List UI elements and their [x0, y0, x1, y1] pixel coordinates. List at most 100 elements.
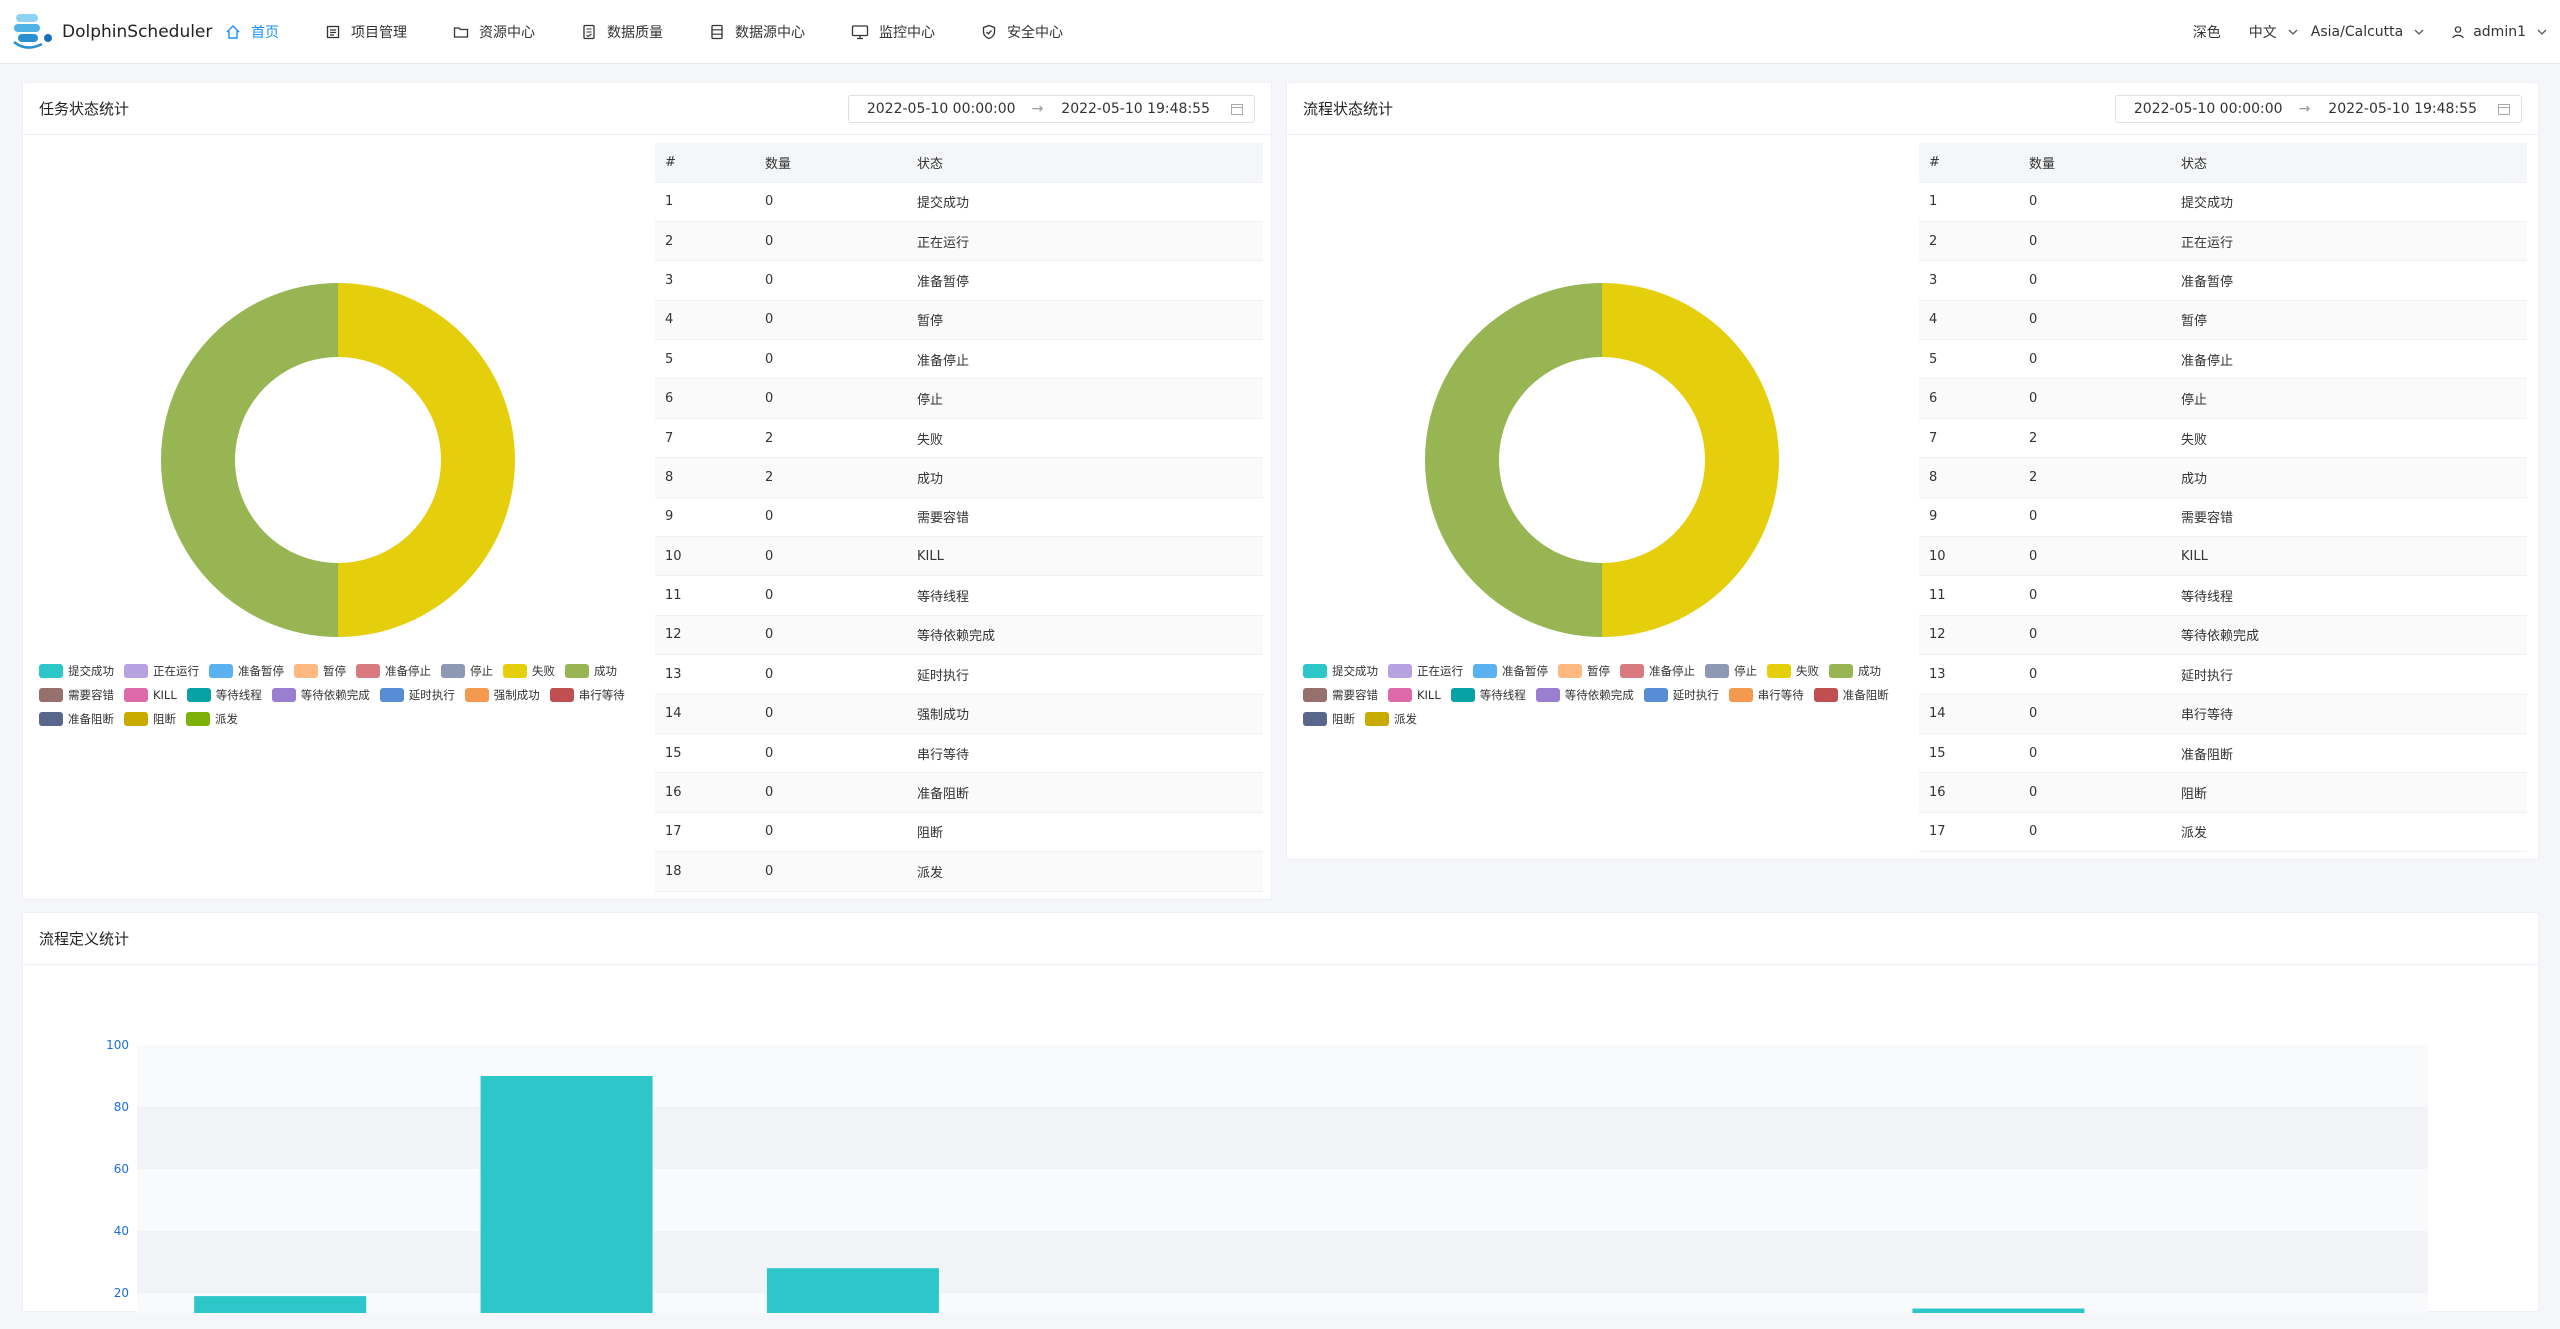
row-index: 13: [655, 654, 765, 695]
row-index: 17: [1919, 812, 2029, 853]
legend-item[interactable]: 强制成功: [464, 687, 540, 703]
legend-item[interactable]: 准备停止: [1620, 663, 1695, 679]
nav-monitor[interactable]: 监控中心: [851, 22, 935, 42]
bar[interactable]: [1912, 1308, 2085, 1314]
task-date-range[interactable]: 2022-05-10 00:00:00 → 2022-05-10 19:48:5…: [847, 95, 1255, 123]
row-status: 成功: [2181, 457, 2527, 498]
table-row: 5 0 准备停止: [1919, 339, 2527, 380]
legend-item[interactable]: 失败: [503, 663, 555, 679]
donut-slice-成功[interactable]: [160, 283, 338, 637]
legend-swatch: [1620, 664, 1644, 678]
legend-swatch: [1767, 664, 1791, 678]
task-status-card: 任务状态统计 2022-05-10 00:00:00 → 2022-05-10 …: [22, 82, 1272, 900]
legend-item[interactable]: 停止: [1705, 663, 1757, 679]
legend-swatch: [356, 664, 380, 678]
legend-item[interactable]: 准备阻断: [39, 711, 114, 727]
nav-projects[interactable]: 项目管理: [325, 22, 407, 42]
legend-label: 停止: [470, 664, 493, 678]
legend-item[interactable]: 提交成功: [1303, 663, 1378, 679]
legend-item[interactable]: 等待依赖完成: [1535, 687, 1634, 703]
donut-slice-失败[interactable]: [1602, 283, 1779, 637]
row-count: 0: [2029, 378, 2181, 419]
table-row: 13 0 延时执行: [655, 654, 1263, 695]
legend-item[interactable]: 阻断: [1303, 711, 1355, 727]
y-tick-label: 40: [114, 1224, 129, 1238]
legend-swatch: [124, 712, 148, 726]
row-index: 6: [655, 378, 765, 419]
legend-label: 等待依赖完成: [300, 688, 370, 702]
legend-item[interactable]: 暂停: [1558, 663, 1610, 679]
user-menu[interactable]: admin1: [2451, 24, 2548, 40]
row-status: 提交成功: [2181, 182, 2527, 222]
task-date-start[interactable]: 2022-05-10 00:00:00: [849, 101, 1032, 117]
legend-item[interactable]: 串行等待: [549, 687, 625, 703]
process-date-start[interactable]: 2022-05-10 00:00:00: [2116, 101, 2299, 117]
process-date-end[interactable]: 2022-05-10 19:48:55: [2310, 101, 2493, 117]
nav-resources[interactable]: 资源中心: [453, 22, 535, 42]
legend-item[interactable]: 暂停: [294, 663, 346, 679]
legend-item[interactable]: 准备停止: [356, 663, 431, 679]
legend-item[interactable]: 派发: [1365, 711, 1417, 727]
timezone-select[interactable]: Asia/Calcutta: [2311, 24, 2425, 40]
donut-slice-失败[interactable]: [338, 283, 515, 637]
legend-item[interactable]: KILL: [124, 687, 177, 703]
legend-item[interactable]: 准备暂停: [209, 663, 284, 679]
row-status: 暂停: [917, 300, 1263, 341]
row-status: 强制成功: [917, 694, 1263, 734]
row-count: 2: [2029, 457, 2181, 498]
legend-item[interactable]: 停止: [441, 663, 493, 679]
legend-item[interactable]: 延时执行: [1643, 687, 1719, 703]
legend-item[interactable]: 等待依赖完成: [271, 687, 370, 703]
legend-item[interactable]: 延时执行: [379, 687, 455, 703]
table-header-row: # 数量 状态: [655, 143, 1263, 183]
legend-item[interactable]: 成功: [565, 663, 617, 679]
row-count: 0: [765, 300, 917, 341]
legend-item[interactable]: 串行等待: [1728, 687, 1804, 703]
app-logo[interactable]: DolphinScheduler: [10, 12, 212, 52]
process-date-range[interactable]: 2022-05-10 00:00:00 → 2022-05-10 19:48:5…: [2114, 95, 2522, 123]
row-status: 串行等待: [2181, 694, 2527, 734]
row-count: 0: [765, 260, 917, 301]
nav-data-quality[interactable]: 数据质量: [581, 22, 663, 42]
table-row: 17 0 阻断: [655, 812, 1263, 853]
legend-item[interactable]: KILL: [1388, 687, 1441, 703]
home-icon: [226, 25, 240, 39]
row-index: 3: [1919, 260, 2029, 301]
task-legend: 提交成功 正在运行 准备暂停 暂停 准备停止 停止 失败 成功需要容错 KILL 等待线程 等待依赖…: [39, 663, 659, 735]
language-select[interactable]: 中文: [2249, 22, 2299, 42]
row-count: 2: [765, 418, 917, 459]
legend-label: 准备暂停: [238, 664, 284, 678]
bar[interactable]: [194, 1296, 367, 1313]
row-status: 延时执行: [917, 654, 1263, 695]
legend-item[interactable]: 提交成功: [39, 663, 114, 679]
legend-item[interactable]: 正在运行: [124, 663, 199, 679]
nav-security[interactable]: 安全中心: [981, 22, 1063, 42]
legend-item[interactable]: 需要容错: [39, 687, 114, 703]
process-definition-card: 流程定义统计 100 80 60 40 20: [22, 912, 2539, 1314]
donut-slice-成功[interactable]: [1425, 283, 1602, 637]
row-count: 0: [765, 772, 917, 813]
row-index: 5: [655, 339, 765, 380]
row-status: 提交成功: [917, 182, 1263, 222]
legend-item[interactable]: 准备阻断: [1813, 687, 1889, 703]
legend-item[interactable]: 成功: [1829, 663, 1881, 679]
legend-item[interactable]: 正在运行: [1388, 663, 1463, 679]
legend-item[interactable]: 等待线程: [1450, 687, 1526, 703]
legend-item[interactable]: 准备暂停: [1473, 663, 1548, 679]
legend-label: 准备阻断: [68, 712, 114, 726]
legend-swatch: [186, 712, 210, 726]
legend-item[interactable]: 失败: [1767, 663, 1819, 679]
theme-toggle[interactable]: 深色: [2193, 22, 2221, 42]
nav-home[interactable]: 首页: [225, 22, 279, 42]
legend-item[interactable]: 派发: [186, 711, 238, 727]
bar[interactable]: [480, 1076, 653, 1313]
legend-swatch: [1388, 664, 1412, 678]
legend-item[interactable]: 等待线程: [186, 687, 262, 703]
task-date-end[interactable]: 2022-05-10 19:48:55: [1043, 101, 1226, 117]
bar[interactable]: [766, 1268, 939, 1313]
process-definition-header: 流程定义统计: [23, 913, 2538, 965]
nav-datasource[interactable]: 数据源中心: [709, 22, 805, 42]
row-index: 10: [1919, 536, 2029, 577]
legend-item[interactable]: 需要容错: [1303, 687, 1378, 703]
legend-item[interactable]: 阻断: [124, 711, 176, 727]
